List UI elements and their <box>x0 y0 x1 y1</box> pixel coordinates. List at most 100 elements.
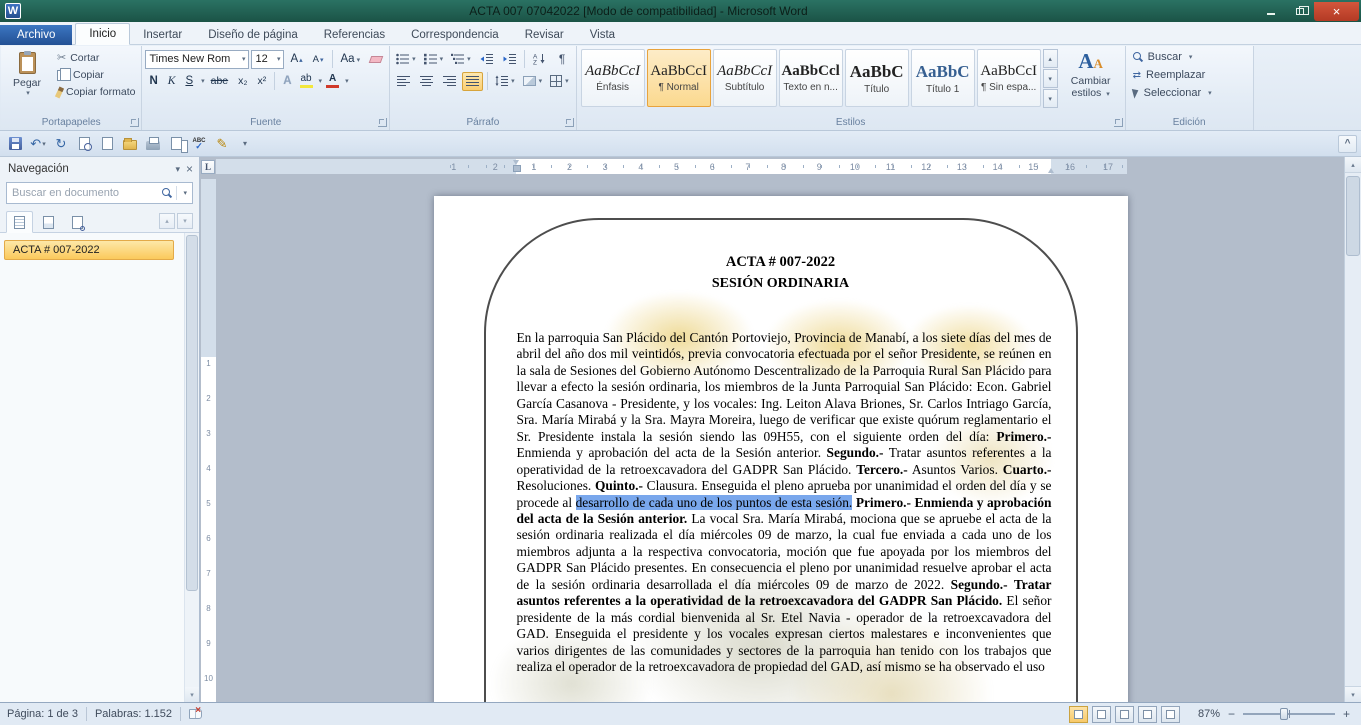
bold-button[interactable]: N <box>145 73 161 89</box>
outline-view-button[interactable] <box>1138 706 1157 723</box>
strikethrough-button[interactable]: abe <box>207 73 233 89</box>
bullets-button[interactable]: ▾ <box>393 50 419 69</box>
zoom-in-button[interactable]: + <box>1339 707 1354 721</box>
tab-insertar[interactable]: Insertar <box>130 25 195 45</box>
tab-vista[interactable]: Vista <box>577 25 628 45</box>
paragraph-dialog-launcher[interactable] <box>565 118 574 127</box>
format-painter-button[interactable]: Copiar formato <box>54 85 138 99</box>
vertical-ruler[interactable]: 12345678910 <box>200 176 217 702</box>
shrink-font-button[interactable]: A▾ <box>309 52 328 67</box>
font-color-dropdown-icon[interactable]: ▾ <box>345 77 349 85</box>
align-right-button[interactable] <box>439 72 460 91</box>
undo-button[interactable]: ↶ ▾ <box>27 133 49 154</box>
search-dropdown-icon[interactable]: ▾ <box>183 189 187 197</box>
numbering-button[interactable]: ▾ <box>421 50 447 69</box>
navigation-scrollbar[interactable]: ▾ <box>184 233 199 702</box>
clear-formatting-button[interactable] <box>366 54 386 65</box>
style-item[interactable]: AaBbCcl Texto en n... <box>779 49 843 107</box>
tab-stop-selector[interactable]: L <box>201 160 215 174</box>
tab-correspondencia[interactable]: Correspondencia <box>398 25 512 45</box>
restore-button[interactable] <box>1285 2 1314 21</box>
proofing-errors-indicator[interactable]: × <box>189 709 208 720</box>
print-layout-view-button[interactable] <box>1069 706 1088 723</box>
tab-archivo[interactable]: Archivo <box>0 25 72 45</box>
style-item[interactable]: AaBbC Título 1 <box>911 49 975 107</box>
tab-revisar[interactable]: Revisar <box>512 25 577 45</box>
change-styles-button[interactable]: AA Cambiar estilos ▾ <box>1060 48 1122 101</box>
align-left-button[interactable] <box>393 72 414 91</box>
font-color-button[interactable]: A <box>324 73 341 89</box>
decrease-indent-button[interactable] <box>476 50 497 69</box>
new-document-button[interactable]: ▾ <box>96 133 118 154</box>
document-canvas[interactable]: ACTA # 007-2022 SESIÓN ORDINARIA En la p… <box>217 176 1344 702</box>
search-icon[interactable] <box>162 188 172 198</box>
style-item[interactable]: AaBbCcI Subtítulo <box>713 49 777 107</box>
document-body-paragraph[interactable]: En la parroquia San Plácido del Cantón P… <box>517 330 1052 676</box>
select-button[interactable]: Seleccionar ▾ <box>1129 84 1250 102</box>
browse-results-tab[interactable] <box>64 211 91 233</box>
tab-referencias[interactable]: Referencias <box>311 25 398 45</box>
find-button[interactable]: Buscar ▾ <box>1129 48 1250 66</box>
justify-button[interactable] <box>462 72 483 91</box>
shading-button[interactable]: ▾ <box>520 72 546 91</box>
center-button[interactable] <box>416 72 437 91</box>
paste-button[interactable]: Pegar ▾ <box>4 48 50 99</box>
spelling-button[interactable]: ABC ▾ <box>188 133 210 154</box>
underline-dropdown-icon[interactable]: ▾ <box>201 77 205 85</box>
styles-gallery-expand-button[interactable]: ▾ <box>1043 89 1058 108</box>
close-button[interactable]: × <box>1314 2 1359 21</box>
draft-view-button[interactable] <box>1161 706 1180 723</box>
scroll-up-button[interactable]: ▴ <box>1345 157 1361 173</box>
open-button[interactable]: ▾ <box>119 133 141 154</box>
browse-pages-tab[interactable] <box>35 211 62 233</box>
replace-button[interactable]: ⇄ Reemplazar <box>1129 66 1250 84</box>
superscript-button[interactable]: x² <box>253 73 270 89</box>
more-commands-button[interactable]: ▾ ▾ <box>234 133 256 154</box>
web-layout-view-button[interactable] <box>1115 706 1134 723</box>
document-content[interactable]: ACTA # 007-2022 SESIÓN ORDINARIA En la p… <box>434 196 1128 676</box>
print-preview-button[interactable]: ▾ <box>73 133 95 154</box>
tab-inicio[interactable]: Inicio <box>75 23 130 45</box>
highlight-dropdown-icon[interactable]: ▾ <box>319 77 323 85</box>
next-heading-button[interactable]: ▾ <box>177 213 193 229</box>
tab-diseno-de-pagina[interactable]: Diseño de página <box>195 25 311 45</box>
underline-button[interactable]: S <box>181 73 197 89</box>
font-name-select[interactable]: Times New Rom▾ <box>145 50 249 69</box>
clipboard-dialog-launcher[interactable] <box>130 118 139 127</box>
zoom-slider[interactable] <box>1243 706 1335 722</box>
word-app-icon[interactable]: W <box>5 3 21 19</box>
styles-scroll-up-button[interactable]: ▴ <box>1043 49 1058 68</box>
two-page-view-button[interactable]: ▾ <box>165 133 187 154</box>
indent-marker-left[interactable] <box>513 160 520 172</box>
show-paragraph-marks-button[interactable]: ¶ <box>552 50 573 69</box>
line-spacing-button[interactable]: ▾ <box>492 72 518 91</box>
page-indicator[interactable]: Página: 1 de 3 <box>7 708 78 720</box>
multilevel-list-button[interactable]: ▾ <box>448 50 474 69</box>
change-case-button[interactable]: Aa▾ <box>337 51 365 67</box>
sort-button[interactable]: AZ <box>529 50 550 69</box>
font-size-select[interactable]: 12▾ <box>251 50 284 69</box>
copy-button[interactable]: Copiar <box>54 68 138 82</box>
collapse-ribbon-button[interactable]: ^ <box>1338 135 1357 153</box>
full-screen-reading-button[interactable] <box>1092 706 1111 723</box>
style-item[interactable]: AaBbCcI Énfasis <box>581 49 645 107</box>
zoom-thumb[interactable] <box>1280 708 1288 720</box>
borders-button[interactable]: ▾ <box>547 72 572 91</box>
style-item[interactable]: AaBbCcI ¶ Normal <box>647 49 711 107</box>
style-item[interactable]: AaBbC Título <box>845 49 909 107</box>
minimize-button[interactable] <box>1256 2 1285 21</box>
scrollbar-thumb[interactable] <box>1346 176 1360 256</box>
vertical-scrollbar[interactable]: ▴ ▾ <box>1344 157 1361 702</box>
scroll-down-button[interactable]: ▾ <box>1345 686 1361 702</box>
draw-button[interactable]: ✎ ▾ <box>211 133 233 154</box>
highlight-color-button[interactable]: ab <box>298 73 315 89</box>
word-count[interactable]: Palabras: 1.152 <box>95 708 172 720</box>
navigation-close-button[interactable]: × <box>186 162 193 176</box>
grow-font-button[interactable]: A▴ <box>286 51 306 67</box>
document-search-box[interactable]: Buscar en documento ▾ <box>6 182 193 204</box>
styles-scroll-down-button[interactable]: ▾ <box>1043 69 1058 88</box>
increase-indent-button[interactable] <box>499 50 520 69</box>
zoom-out-button[interactable]: − <box>1224 707 1239 721</box>
subscript-button[interactable]: x₂ <box>234 73 251 89</box>
navigation-options-dropdown[interactable]: ▾ <box>175 164 180 175</box>
